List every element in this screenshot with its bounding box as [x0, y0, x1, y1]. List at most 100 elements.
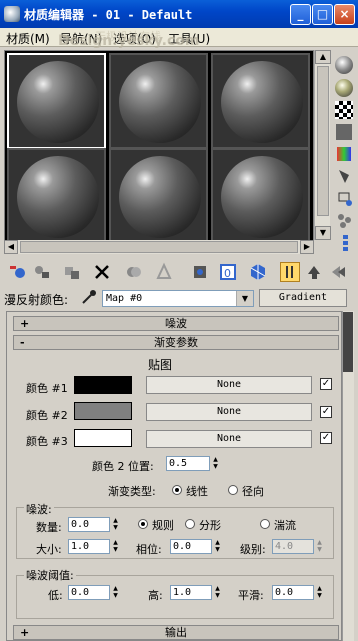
spinner-arrows-icon[interactable]: ▲ ▼	[315, 585, 324, 600]
select-by-material-icon[interactable]	[334, 210, 354, 230]
scroll-left-arrow-icon[interactable]: ◀	[4, 240, 18, 254]
threshold-smooth-spinner[interactable]: 0.0	[272, 585, 314, 600]
show-end-result-icon[interactable]	[280, 262, 300, 282]
options-icon[interactable]	[334, 188, 354, 208]
spinner-arrows-icon[interactable]: ▲ ▼	[213, 585, 222, 600]
noise-regular-radio[interactable]	[138, 519, 148, 529]
threshold-low-spinner[interactable]: 0.0	[68, 585, 110, 600]
color-2-map-button[interactable]: None	[146, 403, 312, 421]
noise-fractal-radio[interactable]	[185, 519, 195, 529]
put-to-library-icon[interactable]	[190, 262, 210, 282]
watermark-subtext: 天极设计在线	[95, 30, 161, 43]
eyedropper-icon[interactable]	[80, 288, 98, 306]
noise-size-spinner[interactable]: 1.0	[68, 539, 110, 554]
noise-amount-label: 数量:	[36, 521, 62, 534]
spinner-arrows-icon[interactable]: ▲ ▼	[211, 456, 220, 471]
material-map-navigator-icon[interactable]	[334, 232, 354, 252]
make-unique-icon[interactable]	[154, 262, 174, 282]
sample-slot-3[interactable]	[211, 53, 310, 149]
sample-slot-2[interactable]	[109, 53, 208, 149]
window-title: 材质编辑器 - 01 - Default	[24, 8, 193, 22]
rollout-title: 噪波	[165, 317, 187, 330]
threshold-high-spinner[interactable]: 1.0	[170, 585, 212, 600]
make-preview-icon[interactable]	[334, 166, 354, 186]
color-2-position-spinner[interactable]: 0.5	[166, 456, 210, 471]
rollout-title: 渐变参数	[154, 336, 198, 349]
noise-phase-spinner[interactable]: 0.0	[170, 539, 212, 554]
gradient-type-linear-radio[interactable]	[172, 485, 182, 495]
noise-rollout-header[interactable]: + 噪波	[13, 316, 339, 331]
noise-regular-label: 规则	[152, 519, 174, 532]
gradient-type-radial-radio[interactable]	[228, 485, 238, 495]
map-type-button[interactable]: Gradient	[259, 289, 347, 307]
threshold-low-label: 低:	[48, 589, 63, 602]
color-2-map-checkbox[interactable]: ✓	[320, 406, 332, 418]
gradient-type-linear-label: 线性	[186, 485, 208, 498]
gradient-type-label: 渐变类型:	[108, 485, 156, 498]
go-forward-to-sibling-icon[interactable]	[328, 262, 348, 282]
spinner-arrows-icon[interactable]: ▲ ▼	[111, 539, 120, 554]
get-material-icon[interactable]	[8, 262, 28, 282]
map-name-field[interactable]: Map #0	[102, 290, 254, 307]
scroll-up-arrow-icon[interactable]: ▲	[315, 50, 331, 64]
noise-threshold-group-title: 噪波阈值:	[24, 567, 76, 583]
spinner-arrows-icon[interactable]: ▲ ▼	[213, 539, 222, 554]
minimize-button[interactable]: _	[290, 4, 311, 25]
assign-material-to-selection-icon[interactable]	[62, 262, 82, 282]
output-rollout-header[interactable]: + 输出	[13, 625, 339, 640]
menu-material[interactable]: 材质(M)	[6, 30, 50, 47]
noise-group-title: 噪波:	[24, 501, 54, 517]
spinner-arrows-icon[interactable]: ▲ ▼	[111, 517, 120, 532]
color-2-swatch[interactable]	[74, 402, 132, 420]
sphere-preview	[17, 156, 99, 238]
scroll-right-arrow-icon[interactable]: ▶	[300, 240, 314, 254]
show-map-in-viewport-icon[interactable]	[248, 262, 268, 282]
gradient-params-rollout-header[interactable]: - 渐变参数	[13, 335, 339, 350]
scroll-thumb[interactable]	[317, 66, 329, 216]
material-effects-channel-icon[interactable]: 0	[218, 262, 238, 282]
put-material-to-scene-icon[interactable]	[32, 262, 52, 282]
sample-uv-tiling-icon[interactable]	[334, 122, 354, 142]
color-3-swatch[interactable]	[74, 429, 132, 447]
close-button[interactable]: ×	[334, 4, 355, 25]
threshold-high-label: 高:	[148, 589, 163, 602]
sample-vertical-scrollbar[interactable]: ▲ ▼	[314, 50, 331, 240]
panel-scroll-thumb[interactable]	[343, 312, 353, 372]
color-2-label: 颜色 #2	[26, 409, 68, 422]
chevron-down-icon[interactable]: ▼	[236, 291, 253, 306]
sample-slot-1[interactable]	[7, 53, 106, 149]
sample-slot-4[interactable]	[7, 148, 106, 244]
noise-levels-spinner[interactable]: 4.0	[272, 539, 314, 554]
scroll-down-arrow-icon[interactable]: ▼	[315, 226, 331, 240]
scroll-thumb[interactable]	[20, 241, 298, 253]
sample-type-icon[interactable]	[334, 55, 354, 75]
backlight-icon[interactable]	[334, 78, 354, 98]
noise-turbulence-radio[interactable]	[260, 519, 270, 529]
spinner-arrows-icon[interactable]: ▲ ▼	[111, 585, 120, 600]
diffuse-color-label: 漫反射颜色:	[4, 293, 69, 307]
spinner-arrows-icon[interactable]: ▲ ▼	[315, 539, 324, 554]
color-1-map-checkbox[interactable]: ✓	[320, 378, 332, 390]
sample-slot-6[interactable]	[211, 148, 310, 244]
color-1-map-button[interactable]: None	[146, 376, 312, 394]
background-checker-icon[interactable]	[334, 100, 354, 120]
color-3-map-checkbox[interactable]: ✓	[320, 432, 332, 444]
go-to-parent-icon[interactable]	[304, 262, 324, 282]
noise-turbulence-label: 湍流	[274, 519, 296, 532]
color-3-map-button[interactable]: None	[146, 430, 312, 448]
sphere-preview	[119, 61, 201, 143]
gradient-type-radial-label: 径向	[242, 485, 264, 498]
sphere-preview	[17, 61, 99, 143]
make-material-copy-icon[interactable]	[124, 262, 144, 282]
maximize-button[interactable]: □	[312, 4, 333, 25]
sample-horizontal-scrollbar[interactable]: ◀ ▶	[4, 240, 314, 254]
svg-text:0: 0	[224, 267, 231, 280]
noise-levels-label: 级别:	[240, 543, 266, 556]
noise-phase-label: 相位:	[136, 543, 162, 556]
reset-map-icon[interactable]	[92, 262, 112, 282]
app-icon[interactable]	[4, 6, 20, 22]
video-color-check-icon[interactable]	[334, 144, 354, 164]
noise-amount-spinner[interactable]: 0.0	[68, 517, 110, 532]
sample-slot-5[interactable]	[109, 148, 208, 244]
color-1-swatch[interactable]	[74, 376, 132, 394]
